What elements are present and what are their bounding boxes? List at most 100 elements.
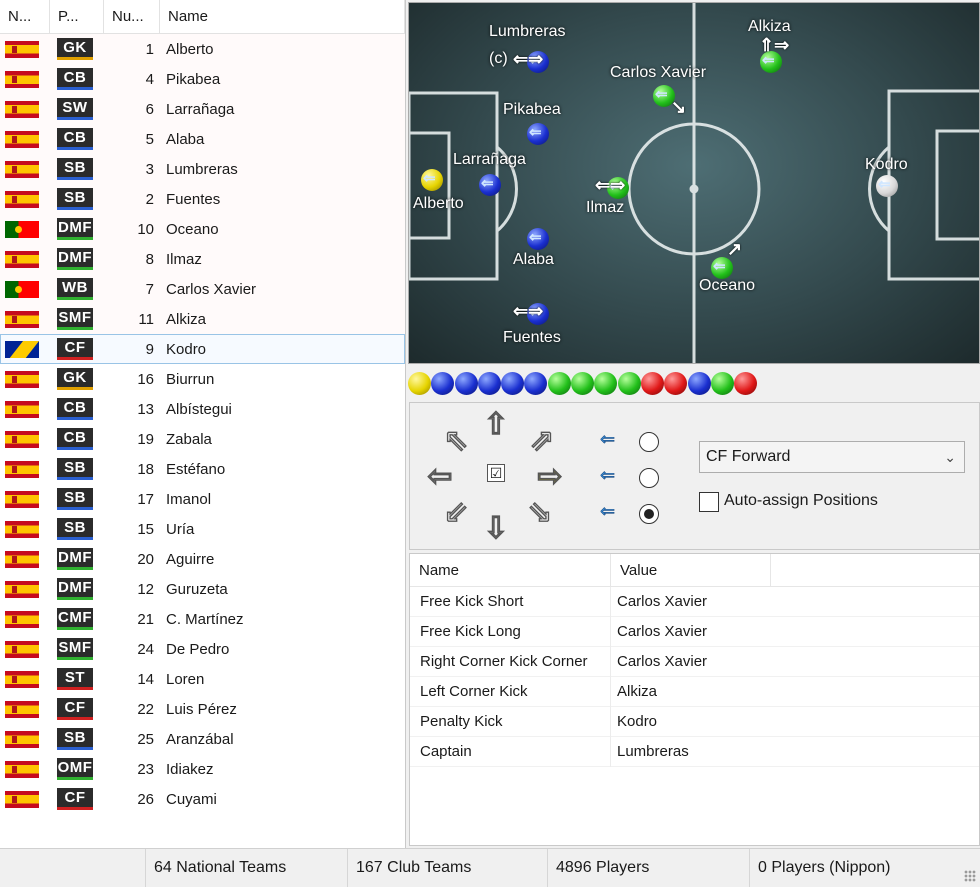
column-header-position[interactable]: P... [50,0,104,34]
table-row[interactable]: CF 9 Kodro [0,334,405,364]
roster-body: GK 1 Alberto CB 4 Pikabea SW 6 Larrañaga CB 5 Alaba… [0,34,405,814]
auto-assign-label: Auto-assign Positions [724,492,878,509]
player-marker-alberto[interactable] [421,169,443,191]
move-up-right-icon: ⇑⇒ [759,35,790,55]
arrow-up-right-icon[interactable]: ⇗ [524,423,560,459]
name-cell: Alberto [166,40,214,58]
speed-radio-1[interactable] [639,432,659,452]
table-row[interactable]: CB 13 Albístegui [0,394,405,424]
number-cell: 25 [137,730,154,748]
set-piece-row[interactable]: Left Corner Kick Alkiza [410,676,979,707]
table-row[interactable]: DMF 20 Aguirre [0,544,405,574]
arrow-right-icon[interactable]: ⇨ [532,459,568,495]
name-cell: Pikabea [166,70,221,88]
move-up-right-icon: ↗ [727,239,743,259]
arrow-up-left-icon[interactable]: ⇖ [438,423,474,459]
table-row[interactable]: SB 17 Imanol [0,484,405,514]
table-row[interactable]: SMF 24 De Pedro [0,634,405,664]
set-piece-player[interactable]: Carlos Xavier [611,623,771,640]
table-row[interactable]: CF 26 Cuyami [0,784,405,814]
name-cell: Guruzeta [166,580,228,598]
set-piece-row[interactable]: Right Corner Kick Corner Carlos Xavier [410,646,979,677]
position-badge: CF [57,698,93,720]
nationality-cell [0,250,50,268]
position-cell: CB [50,398,104,420]
set-piece-row[interactable]: Captain Lumbreras [410,736,979,767]
set-piece-table[interactable]: Name Value Free Kick Short Carlos Xavier F… [409,553,980,846]
position-cell: CMF [50,608,104,630]
set-piece-player[interactable]: Carlos Xavier [611,653,771,670]
player-marker-pikabea[interactable] [527,123,549,145]
table-row[interactable]: DMF 12 Guruzeta [0,574,405,604]
nationality-cell [0,160,50,178]
table-row[interactable]: SB 18 Estéfano [0,454,405,484]
set-piece-role: Penalty Kick [410,706,611,737]
table-row[interactable]: CB 19 Zabala [0,424,405,454]
name-cell: C. Martínez [166,610,244,628]
player-label-alkiza: Alkiza [748,18,791,35]
player-marker-oceano[interactable] [711,257,733,279]
position-cell: SB [50,188,104,210]
position-badge: DMF [57,578,93,600]
center-checkbox[interactable]: ☑ [487,464,505,482]
position-cell: SMF [50,308,104,330]
table-row[interactable]: CB 5 Alaba [0,124,405,154]
table-row[interactable]: SB 15 Uría [0,514,405,544]
resize-grip-icon[interactable] [964,870,976,882]
table-row[interactable]: DMF 8 Ilmaz [0,244,405,274]
table-row[interactable]: ST 14 Loren [0,664,405,694]
column-header-name[interactable]: Name [160,0,405,34]
roster-list[interactable]: N... P... Nu... Name GK 1 Alberto CB 4 Pikabe… [0,0,406,848]
column-header-value[interactable]: Value [611,554,771,586]
set-piece-row[interactable]: Free Kick Short Carlos Xavier [410,586,979,617]
table-row[interactable]: SB 2 Fuentes [0,184,405,214]
player-marker-alaba[interactable] [527,228,549,250]
column-header-number[interactable]: Nu... [104,0,160,34]
arrow-up-icon[interactable]: ⇧ [478,407,514,443]
set-piece-role: Left Corner Kick [410,676,611,707]
set-piece-player[interactable]: Lumbreras [611,743,771,760]
speed-radio-3[interactable] [639,504,659,524]
table-row[interactable]: SB 25 Aranzábal [0,724,405,754]
table-row[interactable]: GK 16 Biurrun [0,364,405,394]
name-cell: Loren [166,670,205,688]
arrow-down-right-icon[interactable]: ⇘ [522,495,558,531]
formation-pitch[interactable]: Alberto Pikabea Larrañaga Alaba ⇐⇒ Lumbr… [408,2,980,364]
name-cell: Ilmaz [166,250,202,268]
table-row[interactable]: CB 4 Pikabea [0,64,405,94]
position-select[interactable]: CF Forward ⌄ [699,441,965,473]
status-nippon-players: 0 Players (Nippon) [758,859,891,876]
move-down-right-icon: ↘ [671,97,687,117]
number-cell: 14 [137,670,154,688]
player-label-alberto: Alberto [413,195,464,212]
auto-assign-checkbox[interactable] [699,492,719,512]
column-header-nationality[interactable]: N... [0,0,50,34]
player-marker-larranaga[interactable] [479,174,501,196]
set-piece-row[interactable]: Penalty Kick Kodro [410,706,979,737]
table-row[interactable]: OMF 23 Idiakez [0,754,405,784]
table-row[interactable]: SB 3 Lumbreras [0,154,405,184]
flag-icon [5,640,39,658]
table-row[interactable]: WB 7 Carlos Xavier [0,274,405,304]
set-piece-player[interactable]: Kodro [611,713,771,730]
table-row[interactable]: SMF 11 Alkiza [0,304,405,334]
column-header-role[interactable]: Name [410,554,611,586]
player-marker-kodro[interactable] [876,175,898,197]
number-cell: 11 [138,310,154,328]
table-row[interactable]: DMF 10 Oceano [0,214,405,244]
flag-icon [5,610,39,628]
set-piece-row[interactable]: Free Kick Long Carlos Xavier [410,616,979,647]
table-row[interactable]: CMF 21 C. Martínez [0,604,405,634]
set-piece-header: Name Value [410,554,979,587]
arrow-down-left-icon[interactable]: ⇙ [438,495,474,531]
table-row[interactable]: CF 22 Luis Pérez [0,694,405,724]
set-piece-player[interactable]: Carlos Xavier [611,593,771,610]
speed-radio-2[interactable] [639,468,659,488]
arrow-left-icon[interactable]: ⇦ [422,459,458,495]
ball-green-icon [617,371,641,395]
arrow-down-icon[interactable]: ⇩ [478,511,514,547]
table-row[interactable]: SW 6 Larrañaga [0,94,405,124]
table-row[interactable]: GK 1 Alberto [0,34,405,64]
chevron-down-icon: ⌄ [944,449,956,465]
set-piece-player[interactable]: Alkiza [611,683,771,700]
